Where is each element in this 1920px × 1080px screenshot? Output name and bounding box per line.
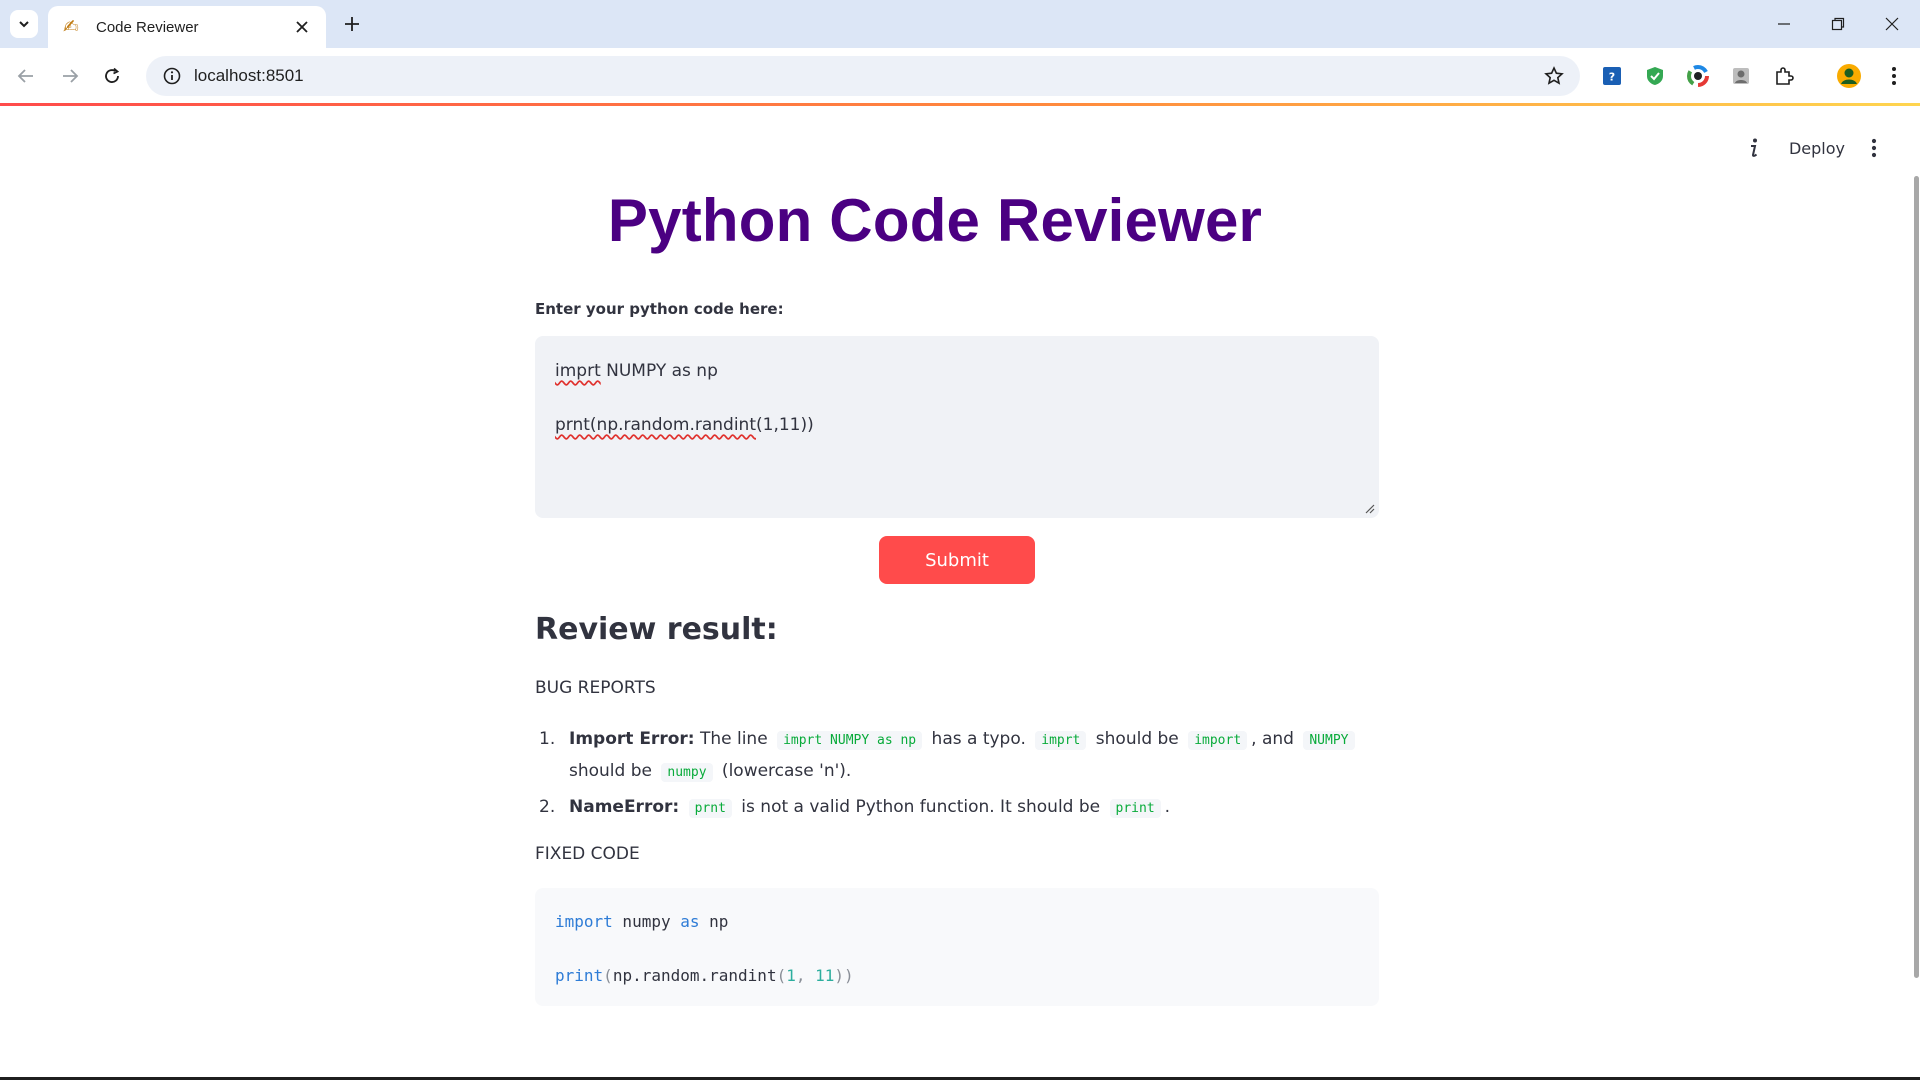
deploy-button[interactable]: Deploy: [1780, 132, 1854, 164]
inline-code: prnt: [688, 799, 732, 818]
site-info-icon[interactable]: [152, 56, 192, 96]
app-header: Deploy: [0, 128, 1920, 168]
pen-icon: ✍: [63, 16, 79, 38]
list-item: 1. Import Error: The line imprt NUMPY as…: [535, 724, 1379, 788]
inline-code: NUMPY: [1303, 731, 1355, 750]
review-result-heading: Review result:: [535, 612, 778, 647]
fixed-code-block: import numpy as np ​ print(np.random.ran…: [535, 888, 1379, 1006]
inline-code: import: [1188, 731, 1248, 750]
reload-button[interactable]: [96, 60, 128, 92]
kebab-menu-icon: [1892, 67, 1896, 85]
close-icon: [1885, 17, 1899, 31]
code-text: np.random.randint: [612, 966, 777, 985]
code-blank-line: ​: [555, 935, 1359, 962]
status-info-button[interactable]: [1740, 132, 1768, 164]
bug-title: Import Error:: [569, 729, 695, 749]
url-text: localhost:8501: [194, 66, 304, 85]
extension-dictionary-icon[interactable]: ?: [1598, 62, 1626, 90]
restore-button[interactable]: [1818, 8, 1858, 40]
textarea-text: NUMPY as np: [600, 361, 718, 381]
minimize-button[interactable]: [1764, 8, 1804, 40]
submit-button[interactable]: Submit: [879, 536, 1035, 584]
address-bar[interactable]: localhost:8501: [146, 56, 1580, 96]
code-input-textarea[interactable]: imprt NUMPY as np ​ prnt(np.random.randi…: [535, 336, 1379, 518]
extension-colorpicker-icon[interactable]: [1684, 62, 1712, 90]
textarea-text: (1,11)): [756, 415, 814, 435]
chevron-down-icon: [19, 21, 29, 28]
code-number: 1: [786, 966, 796, 985]
code-line: import numpy as np: [555, 908, 1359, 935]
arrow-left-icon: [17, 69, 33, 83]
textarea-blank-line: ​: [555, 385, 1359, 412]
textarea-line: prnt(np.random.randint(1,11)): [555, 412, 1359, 439]
extension-profile-icon[interactable]: [1727, 62, 1755, 90]
list-number: 2.: [539, 797, 556, 817]
close-tab-button[interactable]: [290, 15, 314, 39]
code-number: 11: [815, 966, 835, 985]
bug-text: should be: [569, 761, 658, 781]
reload-icon: [105, 67, 120, 83]
back-button[interactable]: [10, 60, 42, 92]
main-column: Enter your python code here: imprt NUMPY…: [535, 300, 1379, 1006]
misspelled-word: prnt(np.random.randint: [555, 415, 756, 435]
code-keyword: as: [680, 912, 700, 931]
code-punctuation: )): [834, 966, 854, 985]
close-window-button[interactable]: [1872, 8, 1912, 40]
svg-text:?: ?: [1609, 71, 1615, 84]
code-punctuation: (: [603, 966, 613, 985]
fixed-code-heading: FIXED CODE: [535, 844, 640, 864]
resize-handle-icon[interactable]: [1365, 504, 1375, 514]
new-tab-button[interactable]: [338, 10, 366, 38]
list-number: 1.: [539, 729, 556, 749]
info-icon: [1751, 138, 1758, 157]
browser-toolbar: localhost:8501 ?: [0, 48, 1920, 104]
restore-icon: [1831, 17, 1845, 31]
bug-text: is not a valid Python function. It shoul…: [735, 797, 1106, 817]
code-keyword: print: [555, 966, 604, 985]
browser-menu-button[interactable]: [1880, 62, 1908, 90]
inline-code: imprt: [1035, 731, 1087, 750]
bug-list: 1. Import Error: The line imprt NUMPY as…: [535, 724, 1379, 828]
star-icon[interactable]: [1534, 56, 1574, 96]
code-line: print(np.random.randint(1, 11)): [555, 962, 1359, 989]
kebab-menu-icon: [1871, 138, 1877, 158]
main-menu-button[interactable]: [1862, 132, 1886, 164]
code-punctuation: ,: [795, 966, 816, 985]
browser-tabstrip: ✍ Code Reviewer: [0, 0, 1920, 48]
code-punctuation: (: [776, 966, 787, 985]
bug-text: , and: [1251, 729, 1300, 749]
minimize-icon: [1778, 23, 1790, 25]
bug-text: should be: [1090, 729, 1185, 749]
plus-icon: [345, 17, 359, 31]
inline-code: numpy: [661, 763, 713, 782]
browser-tab-active[interactable]: ✍ Code Reviewer: [48, 6, 326, 48]
tab-search-button[interactable]: [10, 10, 38, 38]
page-title: Python Code Reviewer: [607, 187, 1263, 254]
extension-shield-icon[interactable]: [1641, 62, 1669, 90]
bug-text: .: [1164, 797, 1171, 817]
arrow-right-icon: [63, 69, 79, 83]
misspelled-word: imprt: [555, 361, 601, 381]
code-text: numpy: [612, 912, 681, 931]
inline-code: print: [1109, 799, 1161, 818]
bug-text: (lowercase 'n').: [716, 761, 852, 781]
inline-code: imprt NUMPY as np: [777, 731, 923, 750]
textarea-line: imprt NUMPY as np: [555, 358, 1359, 385]
tab-title: Code Reviewer: [96, 18, 199, 36]
bug-text: The line: [694, 729, 774, 749]
bug-text: has a typo.: [926, 729, 1032, 749]
bug-text: [679, 797, 684, 817]
extensions-puzzle-icon[interactable]: [1770, 62, 1798, 90]
streamlit-decoration-bar: [0, 103, 1920, 106]
code-text: np: [699, 912, 729, 931]
forward-button[interactable]: [54, 60, 86, 92]
code-keyword: import: [555, 912, 613, 931]
code-input-label: Enter your python code here:: [535, 300, 784, 318]
scrollbar-thumb[interactable]: [1914, 176, 1919, 978]
list-item: 2. NameError: prnt is not a valid Python…: [535, 792, 1379, 824]
profile-avatar[interactable]: [1835, 62, 1863, 90]
bug-title: NameError:: [569, 797, 680, 817]
close-icon: [296, 21, 308, 33]
bug-reports-heading: BUG REPORTS: [535, 678, 656, 698]
